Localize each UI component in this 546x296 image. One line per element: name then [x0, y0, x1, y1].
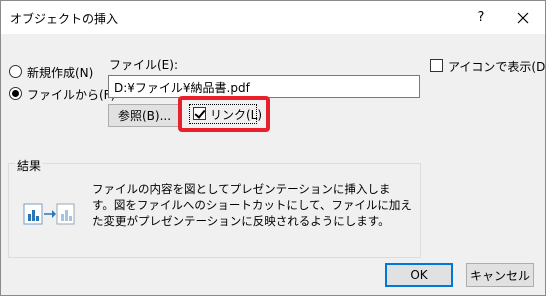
title-bar: オブジェクトの挿入 ? [1, 1, 545, 34]
link-checkbox[interactable] [193, 107, 206, 120]
close-button[interactable] [501, 1, 545, 34]
create-from-file-label: ファイルから(F) [27, 88, 116, 102]
file-path-input[interactable]: D:¥ファイル¥納品書.pdf [108, 75, 420, 98]
create-from-file-radio[interactable] [9, 87, 22, 100]
close-icon [517, 12, 529, 23]
help-button[interactable]: ? [461, 1, 501, 34]
result-group: 結果 ファイルの内容を図としてプレゼンテーションに挿入します。図をファイルへのシ… [8, 157, 421, 258]
cancel-button[interactable]: キャンセル [466, 263, 534, 287]
browse-button[interactable]: 参照(B)... [108, 104, 181, 127]
link-label: リンク(L) [210, 108, 263, 122]
create-new-radio[interactable] [9, 65, 22, 78]
result-description: ファイルの内容を図としてプレゼンテーションに挿入します。図をファイルへのショート… [92, 182, 412, 228]
result-title: 結果 [15, 157, 44, 174]
insert-object-dialog: オブジェクトの挿入 ? 新規作成(N) ファイルから(F) ファイル(E): D… [0, 0, 546, 296]
linked-chart-icon [23, 203, 75, 225]
dialog-title: オブジェクトの挿入 [10, 12, 119, 26]
ok-button[interactable]: OK [385, 263, 453, 287]
display-as-icon-checkbox[interactable] [430, 59, 443, 72]
display-as-icon-label: アイコンで表示(D) [448, 60, 546, 74]
file-field-label: ファイル(E): [109, 58, 178, 72]
create-new-label: 新規作成(N) [27, 66, 94, 80]
